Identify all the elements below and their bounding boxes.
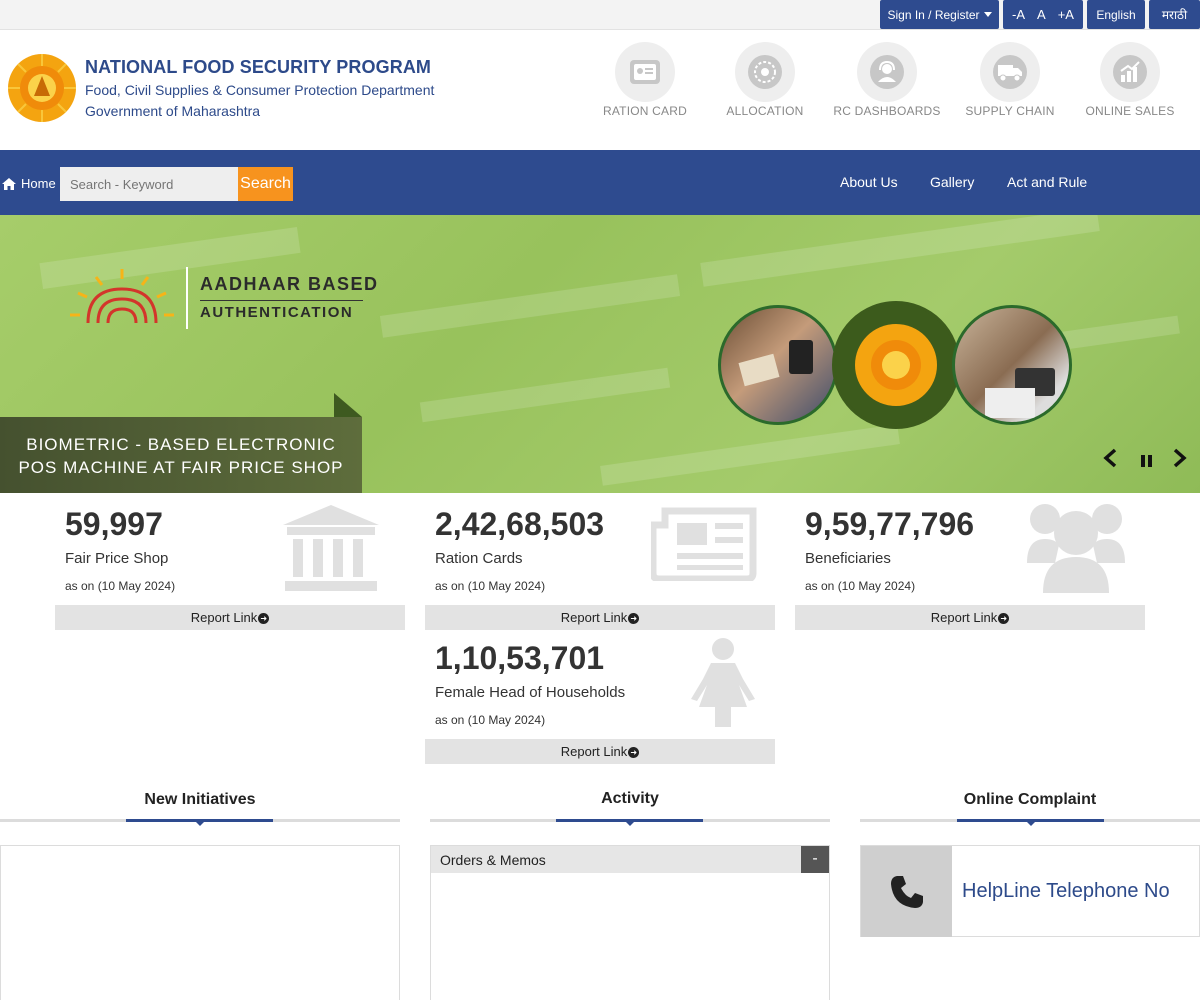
report-link[interactable]: Report Link ➜ xyxy=(425,739,775,764)
stat-date: as on (10 May 2024) xyxy=(435,713,546,727)
activity-divider xyxy=(430,819,830,826)
top-utility-bar: Sign In / Register -A A +A English मराठी xyxy=(0,0,1200,30)
stat-date: as on (10 May 2024) xyxy=(435,579,546,593)
helpline-icon-box xyxy=(861,846,952,937)
next-slide-icon[interactable] xyxy=(1172,448,1188,468)
quicklink-online-sales[interactable]: ONLINE SALES xyxy=(1070,42,1190,118)
home-label: Home xyxy=(21,176,56,191)
nav-about-us[interactable]: About Us xyxy=(840,174,898,190)
bank-building-icon xyxy=(283,505,379,591)
search-input[interactable] xyxy=(60,167,238,201)
font-increase-button[interactable]: +A xyxy=(1052,7,1080,22)
fingerprint-scanner-photo xyxy=(952,305,1072,425)
aadhaar-line-1: AADHAAR BASED xyxy=(200,274,379,294)
report-link[interactable]: Report Link ➜ xyxy=(795,605,1145,630)
maharashtra-seal-photo xyxy=(832,301,960,429)
stat-card-beneficiaries: 9,59,77,796 Beneficiaries as on (10 May … xyxy=(795,493,1145,633)
quicklink-supply-chain[interactable]: SUPPLY CHAIN xyxy=(950,42,1070,118)
quicklink-allocation[interactable]: ALLOCATION xyxy=(705,42,825,118)
chart-icon xyxy=(1113,55,1147,89)
stat-value: 9,59,77,796 xyxy=(805,506,975,542)
english-language-button[interactable]: English xyxy=(1087,0,1145,29)
helpline-label: HelpLine Telephone No xyxy=(962,880,1170,902)
stat-card-fair-price-shop: 59,997 Fair Price Shop as on (10 May 202… xyxy=(55,493,405,633)
stat-card-ration-cards: 2,42,68,503 Ration Cards as on (10 May 2… xyxy=(425,493,775,633)
female-icon xyxy=(691,638,755,727)
aadhaar-line-2: AUTHENTICATION xyxy=(200,304,354,321)
ration-card-icon xyxy=(630,60,660,84)
phone-icon xyxy=(890,875,923,908)
bio-line-1: BIOMETRIC - BASED ELECTRONIC xyxy=(26,435,336,454)
pos-device-photo xyxy=(718,305,838,425)
biometric-caption: BIOMETRIC - BASED ELECTRONIC POS MACHINE… xyxy=(0,417,362,493)
department-name: Food, Civil Supplies & Consumer Protecti… xyxy=(85,82,435,98)
stat-label: Fair Price Shop xyxy=(65,550,169,567)
arrow-circle-right-icon: ➜ xyxy=(628,747,640,759)
quicklink-label: ALLOCATION xyxy=(726,104,804,118)
site-header: NATIONAL FOOD SECURITY PROGRAM Food, Civ… xyxy=(0,30,1200,150)
pause-slide-icon[interactable] xyxy=(1140,454,1154,468)
bio-line-2: POS MACHINE AT FAIR PRICE SHOP xyxy=(18,458,344,477)
stat-card-female-head: 1,10,53,701 Female Head of Households as… xyxy=(425,627,775,767)
quicklink-ration-card[interactable]: RATION CARD xyxy=(585,42,705,118)
stat-value: 1,10,53,701 xyxy=(435,640,605,676)
report-link-label: Report Link xyxy=(930,610,998,625)
quicklink-rc-dashboards[interactable]: RC DASHBOARDS xyxy=(827,42,947,118)
sign-in-register-button[interactable]: Sign In / Register xyxy=(880,0,999,29)
stat-value: 59,997 xyxy=(65,506,163,542)
new-initiatives-heading[interactable]: New Initiatives xyxy=(100,791,300,809)
quicklink-label: ONLINE SALES xyxy=(1085,104,1175,118)
font-size-controls: -A A +A xyxy=(1003,0,1083,29)
nav-act-and-rule[interactable]: Act and Rule xyxy=(1007,174,1087,190)
search-button[interactable]: Search xyxy=(238,167,293,201)
allocation-icon xyxy=(748,55,782,89)
helpline-box[interactable]: HelpLine Telephone No xyxy=(860,845,1200,937)
aadhaar-logo-icon xyxy=(70,269,174,324)
stat-date: as on (10 May 2024) xyxy=(805,579,916,593)
government-name: Government of Maharashtra xyxy=(85,103,261,119)
users-icon xyxy=(1027,504,1125,593)
online-complaint-divider xyxy=(860,819,1200,826)
site-title: NATIONAL FOOD SECURITY PROGRAM xyxy=(85,57,432,77)
quicklink-label: SUPPLY CHAIN xyxy=(965,104,1055,118)
orders-memos-panel: Orders & Memos - xyxy=(430,845,830,1000)
new-initiatives-divider xyxy=(0,819,400,826)
font-normal-button[interactable]: A xyxy=(1031,7,1052,22)
home-icon xyxy=(2,177,16,190)
previous-slide-icon[interactable] xyxy=(1102,448,1118,468)
report-link[interactable]: Report Link ➜ xyxy=(55,605,405,630)
collapse-button[interactable]: - xyxy=(801,846,829,873)
hero-banner: AADHAAR BASED AUTHENTICATION BIOMETRIC -… xyxy=(0,215,1200,493)
report-link-label: Report Link xyxy=(190,610,258,625)
truck-icon xyxy=(993,55,1027,89)
main-navigation: Home Search About Us Gallery Act and Rul… xyxy=(0,150,1200,215)
stat-date: as on (10 May 2024) xyxy=(65,579,176,593)
caret-down-icon xyxy=(983,12,992,17)
quicklink-label: RATION CARD xyxy=(603,104,687,118)
newspaper-icon xyxy=(651,507,757,581)
stat-label: Beneficiaries xyxy=(805,550,891,567)
report-link-label: Report Link xyxy=(560,744,628,759)
report-link-label: Report Link xyxy=(560,610,628,625)
orders-memos-header: Orders & Memos xyxy=(431,846,829,873)
arrow-circle-right-icon: ➜ xyxy=(998,613,1010,625)
sign-in-label: Sign In / Register xyxy=(887,7,980,22)
font-decrease-button[interactable]: -A xyxy=(1006,7,1031,22)
stat-label: Ration Cards xyxy=(435,550,523,567)
support-agent-icon xyxy=(870,55,904,89)
maharashtra-emblem-icon[interactable] xyxy=(6,52,78,124)
arrow-circle-right-icon: ➜ xyxy=(258,613,270,625)
marathi-language-button[interactable]: मराठी xyxy=(1149,0,1200,29)
nav-gallery[interactable]: Gallery xyxy=(930,174,974,190)
new-initiatives-panel xyxy=(0,845,400,1000)
arrow-circle-right-icon: ➜ xyxy=(628,613,640,625)
home-link[interactable]: Home xyxy=(2,176,56,191)
online-complaint-heading[interactable]: Online Complaint xyxy=(930,791,1130,809)
stat-value: 2,42,68,503 xyxy=(435,506,605,542)
stat-label: Female Head of Households xyxy=(435,684,626,701)
quicklink-label: RC DASHBOARDS xyxy=(833,104,941,118)
activity-heading[interactable]: Activity xyxy=(530,790,730,808)
